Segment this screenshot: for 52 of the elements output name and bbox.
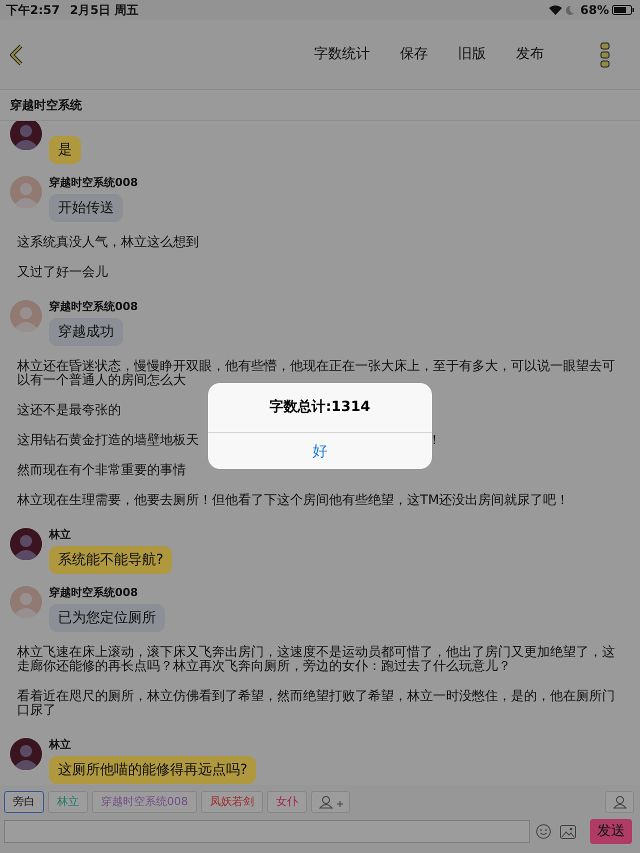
narration-text: 这系统真没人气，林立这么想到 [17, 236, 199, 250]
avatar-icon [10, 738, 42, 770]
chat-bubble: 穿越成功 [49, 318, 123, 346]
message-input-field[interactable] [4, 820, 530, 843]
status-date: 2月5日 周五 [70, 2, 139, 19]
avatar-icon [10, 586, 42, 618]
image-icon[interactable] [560, 824, 576, 838]
narration-text: 这还不是最夸张的 [17, 404, 121, 418]
battery-icon [612, 5, 634, 15]
chapter-title: 穿越时空系统 [10, 97, 82, 114]
speaker-name: 穿越时空系统008 [49, 176, 138, 190]
speaker-name: 林立 [49, 738, 71, 752]
avatar-icon [10, 528, 42, 560]
battery-percent: 68% [580, 2, 609, 19]
avatar-icon [10, 176, 42, 208]
narration-text: 林立现在生理需要，他要去厕所！但他看了下这个房间他有些绝望，这TM还没出房间就尿了吧！ [17, 494, 570, 508]
moon-icon [566, 6, 574, 14]
narration-text: 林立还在昏迷状态，慢慢睁开双眼，他有些懵，他现在正在一张大床上，至于有多大，可以说一眼望去可以有一个普通人的房间怎么大 [17, 360, 616, 388]
person-icon [612, 795, 626, 809]
toolbar-button[interactable]: 字数统计 [314, 44, 370, 65]
speaker-name: 穿越时空系统008 [49, 586, 138, 600]
narration-text: 然而现在有个非常重要的事情 [17, 464, 186, 478]
character-chip[interactable]: 女仆 [267, 791, 307, 813]
profile-button[interactable] [605, 791, 634, 813]
add-person-icon [318, 795, 344, 809]
character-chip[interactable]: 凤妖若剑 [201, 791, 263, 813]
avatar-icon [10, 300, 42, 332]
emoji-icon[interactable] [536, 824, 551, 839]
narration-text: 这用钻石黄金打造的墙壁地板天 [17, 434, 199, 448]
chat-bubble: 系统能不能导航? [49, 546, 172, 574]
character-chip[interactable]: 旁白 [4, 791, 44, 813]
add-character-button[interactable] [311, 791, 350, 813]
send-button[interactable]: 发送 [590, 819, 632, 844]
avatar-icon [10, 121, 42, 150]
narration-text: 林立飞速在床上滚动，滚下床又飞奔出房门，这速度不是运动员都可惜了，他出了房门又更加绝望了，这走廊你还能修的再长点吗？林立再次飞奔向厕所，旁边的女仆：跑过去了什么玩意儿？ [17, 646, 616, 674]
toolbar-button[interactable]: 发布 [516, 44, 544, 65]
back-icon[interactable] [8, 44, 24, 66]
toolbar-button[interactable]: 旧版 [458, 44, 486, 65]
chat-bubble: 是 [49, 136, 81, 164]
more-icon[interactable] [600, 42, 610, 68]
speaker-name: 穿越时空系统008 [49, 300, 138, 314]
character-chip[interactable]: 穿越时空系统008 [92, 791, 197, 813]
toolbar-button[interactable]: 保存 [400, 44, 428, 65]
speaker-name: 林立 [49, 528, 71, 542]
chat-bubble: 开始传送 [49, 194, 123, 222]
narration-text: 又过了好一会儿 [17, 266, 108, 280]
chat-bubble: 这厕所他喵的能修得再远点吗? [49, 756, 256, 784]
wifi-icon [549, 5, 562, 15]
narration-text: 看着近在咫尺的厕所，林立仿佛看到了希望，然而绝望打败了希望，林立一时没憋住，是的，他在厕所门口尿了 [17, 690, 616, 718]
chat-bubble: 已为您定位厕所 [49, 604, 165, 632]
status-time: 下午2:57 [6, 2, 60, 19]
alert-title: 字数总计:1314 [270, 398, 370, 417]
